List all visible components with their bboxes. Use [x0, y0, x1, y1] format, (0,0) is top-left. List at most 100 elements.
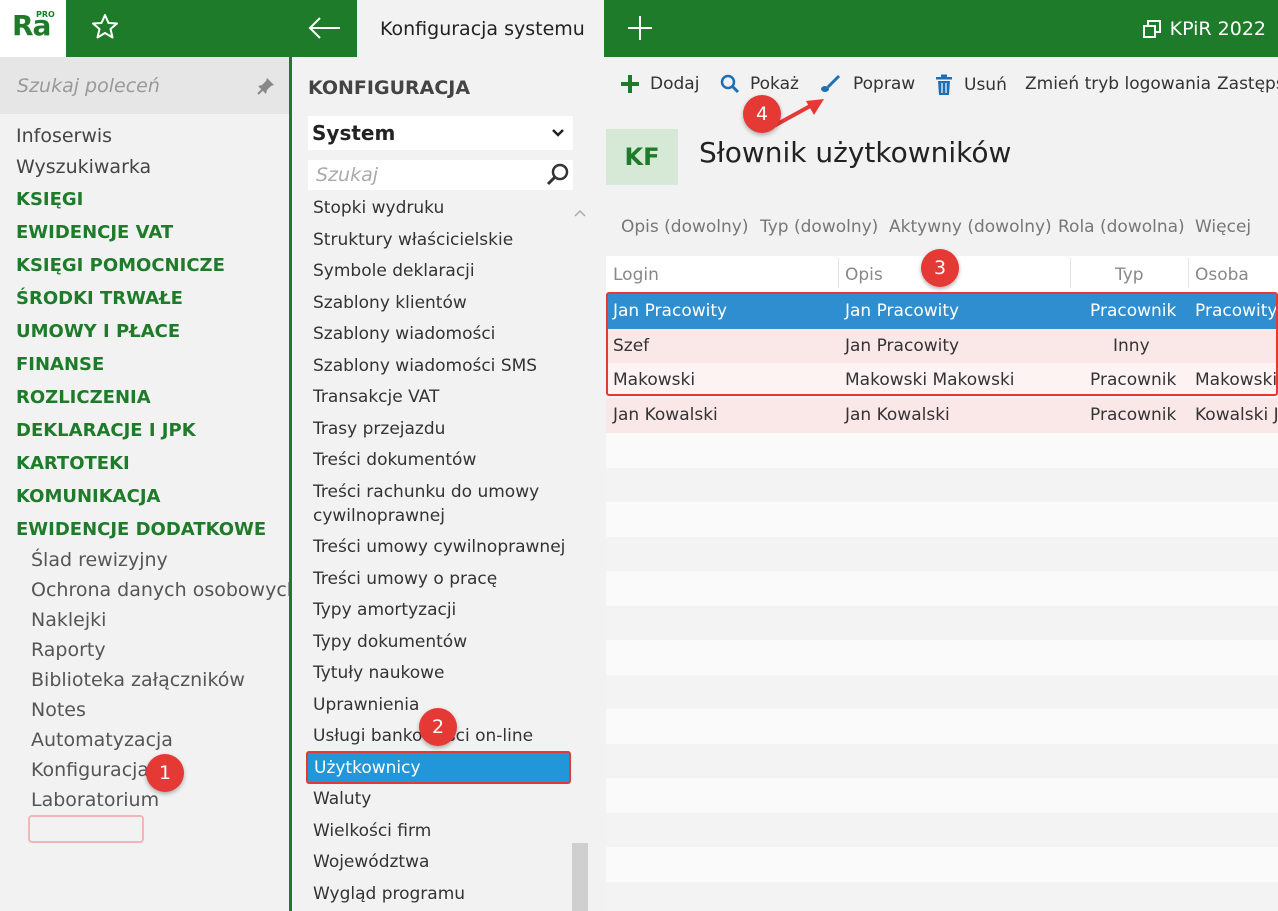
cell-typ: Pracownik — [1090, 370, 1177, 390]
empty-row — [606, 675, 1278, 710]
chevron-down-icon — [552, 129, 564, 137]
table-row[interactable]: Makowski Makowski Makowski Pracownik Mak… — [606, 363, 1278, 398]
config-item[interactable]: Treści dokumentów — [313, 448, 476, 472]
annotation-badge-2: 2 — [419, 708, 457, 746]
config-item[interactable]: Stopki wydruku — [313, 196, 444, 220]
edit-button[interactable]: Popraw — [819, 74, 915, 94]
nav-sub-automatyzacja[interactable]: Automatyzacja — [31, 729, 173, 751]
new-tab-plus-icon[interactable] — [624, 12, 656, 44]
config-item[interactable]: Transakcje VAT — [313, 385, 439, 409]
nav-section-komunikacja[interactable]: KOMUNIKACJA — [16, 486, 160, 507]
cell-login: Jan Kowalski — [613, 405, 718, 425]
nav-section-ewidencje-vat[interactable]: EWIDENCJE VAT — [16, 222, 173, 243]
nav-section-deklaracje-i-jpk[interactable]: DEKLARACJE I JPK — [16, 420, 196, 441]
filter-rola[interactable]: Rola (dowolna) — [1058, 217, 1185, 237]
empty-row — [606, 571, 1278, 606]
tab-system-configuration[interactable]: Konfiguracja systemu — [357, 0, 604, 57]
nav-section-ewidencje-dodatkowe[interactable]: EWIDENCJE DODATKOWE — [16, 519, 266, 540]
cell-opis: Makowski Makowski — [845, 370, 1015, 390]
filter-opis[interactable]: Opis (dowolny) — [621, 217, 748, 237]
column-header-login[interactable]: Login — [613, 265, 659, 285]
nav-sub-slad-rewizyjny[interactable]: Ślad rewizyjny — [31, 549, 168, 571]
nav-sub-biblioteka[interactable]: Biblioteka załączników — [31, 669, 245, 691]
nav-section-kartoteki[interactable]: KARTOTEKI — [16, 453, 130, 474]
nav-section-rozliczenia[interactable]: ROZLICZENIA — [16, 387, 151, 408]
star-icon[interactable] — [90, 12, 120, 42]
table-row[interactable]: Jan Kowalski Jan Kowalski Pracownik Kowa… — [606, 398, 1278, 433]
config-item[interactable]: Województwa — [313, 850, 429, 874]
pin-icon[interactable] — [257, 77, 275, 95]
config-item[interactable]: Szablony klientów — [313, 291, 467, 315]
column-header-typ[interactable]: Typ — [1115, 265, 1144, 285]
cell-login: Szef — [613, 336, 650, 356]
nav-sub-laboratorium[interactable]: Laboratorium — [31, 789, 159, 811]
config-item-continuation[interactable]: cywilnoprawnej — [313, 504, 445, 528]
column-separator[interactable] — [1070, 258, 1071, 288]
config-item[interactable]: Treści umowy cywilnoprawnej — [313, 535, 565, 559]
config-item[interactable]: Typy amortyzacji — [313, 598, 456, 622]
chevron-up-icon[interactable] — [574, 209, 586, 217]
trash-icon — [936, 74, 952, 95]
table-row[interactable]: Szef Jan Pracowity Inny — [606, 329, 1278, 364]
config-item[interactable]: Treści rachunku do umowy — [313, 480, 539, 504]
filter-typ[interactable]: Typ (dowolny) — [760, 217, 878, 237]
config-item[interactable]: Szablony wiadomości — [313, 322, 495, 346]
empty-row — [606, 640, 1278, 675]
product-switcher[interactable]: KPiR 2022 — [1142, 0, 1266, 57]
config-item[interactable]: Wielkości firm — [313, 819, 431, 843]
column-separator[interactable] — [1188, 258, 1189, 288]
command-search[interactable]: Szukaj poleceń — [0, 57, 289, 114]
config-item[interactable]: Tytuły naukowe — [313, 661, 445, 685]
config-item[interactable]: Symbole deklaracji — [313, 259, 475, 283]
delete-button[interactable]: Usuń — [934, 74, 1007, 96]
config-item[interactable]: Uprawnienia — [313, 693, 419, 717]
column-separator[interactable] — [838, 258, 839, 288]
config-item[interactable]: Szablony wiadomości SMS — [313, 354, 537, 378]
empty-row — [606, 502, 1278, 537]
back-arrow-icon[interactable] — [304, 12, 344, 44]
config-item[interactable]: Wygląd programu — [313, 882, 465, 906]
empty-row — [606, 433, 1278, 468]
nav-sub-konfiguracja[interactable]: Konfiguracja — [31, 759, 149, 781]
config-search-input[interactable]: Szukaj — [308, 160, 573, 190]
cell-typ: Pracownik — [1090, 405, 1177, 425]
nav-sub-naklejki[interactable]: Naklejki — [31, 609, 106, 631]
nav-section-srodki-trwale[interactable]: ŚRODKI TRWAŁE — [16, 288, 183, 309]
nav-sub-raporty[interactable]: Raporty — [31, 639, 106, 661]
cell-typ: Inny — [1113, 336, 1150, 356]
plus-icon — [621, 75, 639, 93]
substitute-button[interactable]: Zastęps — [1217, 74, 1278, 94]
config-item[interactable]: Waluty — [313, 787, 371, 811]
app-logo[interactable]: Ra PRO — [0, 0, 66, 57]
config-item[interactable]: Trasy przejazdu — [313, 417, 445, 441]
change-login-mode-button[interactable]: Zmień tryb logowania — [1025, 74, 1211, 94]
windows-icon — [1142, 19, 1161, 38]
nav-wyszukiwarka[interactable]: Wyszukiwarka — [16, 156, 151, 178]
left-sidebar: Szukaj poleceń Infoserwis Wyszukiwarka K… — [0, 57, 299, 911]
table-row-selected[interactable]: Jan Pracowity Jan Pracowity Pracownik Pr… — [606, 294, 1278, 329]
nav-sub-notes[interactable]: Notes — [31, 699, 86, 721]
config-category-select[interactable]: System — [308, 116, 573, 150]
config-item-uzytkownicy-selected[interactable]: Użytkownicy — [306, 751, 571, 784]
filter-wiecej[interactable]: Więcej — [1195, 217, 1251, 237]
config-item[interactable]: Struktury właścicielskie — [313, 228, 513, 252]
konfiguracja-highlight — [28, 815, 144, 843]
cell-osoba: Makowski M — [1195, 370, 1278, 390]
search-icon[interactable] — [545, 162, 571, 188]
nav-sub-ochrona-danych[interactable]: Ochrona danych osobowych — [31, 579, 299, 601]
annotation-badge-4: 4 — [743, 95, 781, 133]
nav-section-ksiegi-pomocnicze[interactable]: KSIĘGI POMOCNICZE — [16, 255, 225, 276]
config-item[interactable]: Typy dokumentów — [313, 630, 467, 654]
config-search-placeholder: Szukaj — [316, 164, 379, 186]
column-header-opis[interactable]: Opis — [845, 265, 883, 285]
scrollbar-thumb[interactable] — [572, 843, 588, 911]
nav-section-finanse[interactable]: FINANSE — [16, 354, 104, 375]
nav-section-umowy-i-place[interactable]: UMOWY I PŁACE — [16, 321, 180, 342]
nav-section-ksiegi[interactable]: KSIĘGI — [16, 189, 83, 210]
column-header-osoba[interactable]: Osoba — [1195, 265, 1249, 285]
config-scrollbar[interactable] — [572, 205, 588, 911]
nav-infoserwis[interactable]: Infoserwis — [16, 125, 112, 147]
add-button[interactable]: Dodaj — [620, 74, 699, 94]
filter-aktywny[interactable]: Aktywny (dowolny) — [889, 217, 1052, 237]
config-item[interactable]: Treści umowy o pracę — [313, 567, 497, 591]
